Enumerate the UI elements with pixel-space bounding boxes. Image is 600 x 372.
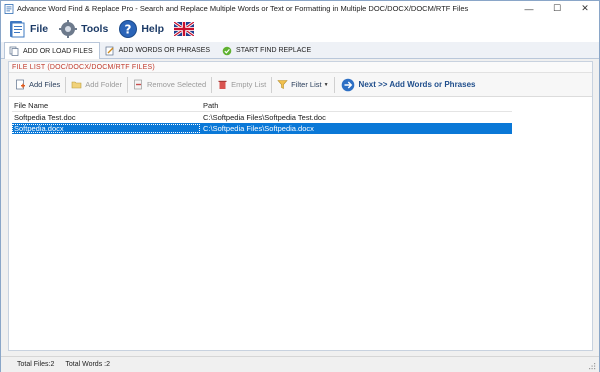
remove-selected-button[interactable]: Remove Selected — [130, 76, 209, 94]
toolbar-separator — [126, 76, 128, 93]
toolbar-separator — [333, 76, 335, 93]
file-list-panel: FILE LIST (DOC/DOCX/DOCM/RTF FILES) Add … — [8, 61, 593, 351]
column-header-path[interactable]: Path — [200, 101, 512, 110]
next-label: Next >> Add Words or Phrases — [358, 80, 476, 89]
toolbar-separator — [271, 76, 273, 93]
files-icon — [9, 46, 19, 56]
cell-path: C:\Softpedia Files\Softpedia.docx — [203, 124, 314, 133]
empty-list-label: Empty List — [231, 80, 267, 89]
remove-selected-label: Remove Selected — [146, 80, 207, 89]
menu-file-label: File — [30, 23, 49, 35]
tab-add-words-or-phrases[interactable]: ADD WORDS OR PHRASES — [100, 42, 217, 58]
language-flag-button[interactable] — [174, 18, 195, 40]
window-controls: — ☐ ✕ — [515, 1, 599, 16]
add-files-button[interactable]: Add Files — [12, 76, 63, 94]
menu-tools-label: Tools — [81, 23, 109, 35]
menu-bar: File Tools ? Help — [1, 16, 599, 42]
chevron-down-icon: ▼ — [323, 81, 329, 88]
window-title: Advance Word Find & Replace Pro - Search… — [17, 4, 469, 13]
gear-icon — [59, 20, 78, 38]
total-words-status: Total Words :2 — [65, 361, 110, 368]
tab-label: ADD WORDS OR PHRASES — [118, 47, 211, 54]
cell-file-name: Softpedia.docx — [12, 124, 200, 133]
close-button[interactable]: ✕ — [571, 1, 599, 16]
file-table: File Name Path Softpedia Test.doc C:\Sof… — [12, 99, 512, 134]
resize-grip-icon[interactable] — [588, 362, 596, 370]
folder-icon — [71, 81, 82, 89]
menu-help-label: Help — [141, 23, 165, 35]
add-folder-label: Add Folder — [85, 80, 122, 89]
status-bar: Total Files:2 Total Words :2 — [1, 356, 599, 372]
arrow-right-icon — [341, 78, 354, 91]
title-bar: Advance Word Find & Replace Pro - Search… — [1, 1, 599, 16]
toolbar-separator — [211, 76, 213, 93]
tab-label: START FIND REPLACE — [236, 47, 312, 54]
table-row[interactable]: Softpedia Test.doc C:\Softpedia Files\So… — [12, 112, 512, 123]
file-icon — [10, 21, 25, 38]
app-window: Advance Word Find & Replace Pro - Search… — [0, 0, 600, 372]
add-files-label: Add Files — [29, 80, 61, 89]
empty-list-button[interactable]: Empty List — [214, 76, 269, 94]
tab-add-or-load-files[interactable]: ADD OR LOAD FILES — [4, 42, 100, 59]
panel-header: FILE LIST (DOC/DOCX/DOCM/RTF FILES) — [9, 62, 592, 73]
file-toolbar: Add Files Add Folder Remove Selected Emp… — [9, 73, 592, 97]
menu-tools[interactable]: Tools — [58, 18, 108, 40]
filter-list-button[interactable]: Filter List ▼ — [274, 76, 331, 94]
tab-start-find-replace[interactable]: START FIND REPLACE — [217, 42, 318, 58]
menu-help[interactable]: ? Help — [118, 18, 164, 40]
uk-flag-icon — [174, 22, 195, 36]
cell-path: C:\Softpedia Files\Softpedia Test.doc — [203, 113, 326, 122]
column-header-file-name[interactable]: File Name — [12, 101, 200, 110]
toolbar-separator — [65, 76, 67, 93]
check-circle-icon — [222, 46, 232, 55]
maximize-button[interactable]: ☐ — [543, 1, 571, 16]
app-icon — [4, 3, 14, 14]
edit-document-icon — [105, 46, 114, 55]
menu-file[interactable]: File — [7, 18, 48, 40]
minimize-button[interactable]: — — [515, 1, 543, 16]
tab-label: ADD OR LOAD FILES — [23, 47, 93, 55]
tab-strip: ADD OR LOAD FILES ADD WORDS OR PHRASES S… — [1, 42, 599, 59]
add-folder-button[interactable]: Add Folder — [68, 76, 125, 94]
table-header: File Name Path — [12, 99, 512, 112]
svg-text:?: ? — [125, 23, 132, 37]
filter-list-label: Filter List — [291, 80, 322, 89]
remove-icon — [134, 79, 142, 90]
table-row[interactable]: Softpedia.docx C:\Softpedia Files\Softpe… — [12, 123, 512, 134]
trash-icon — [218, 80, 227, 89]
filter-icon — [277, 80, 288, 89]
help-icon: ? — [119, 20, 138, 38]
next-add-words-button[interactable]: Next >> Add Words or Phrases — [341, 78, 476, 92]
total-files-status: Total Files:2 — [17, 361, 55, 368]
add-file-icon — [16, 79, 25, 90]
cell-file-name: Softpedia Test.doc — [14, 113, 76, 122]
